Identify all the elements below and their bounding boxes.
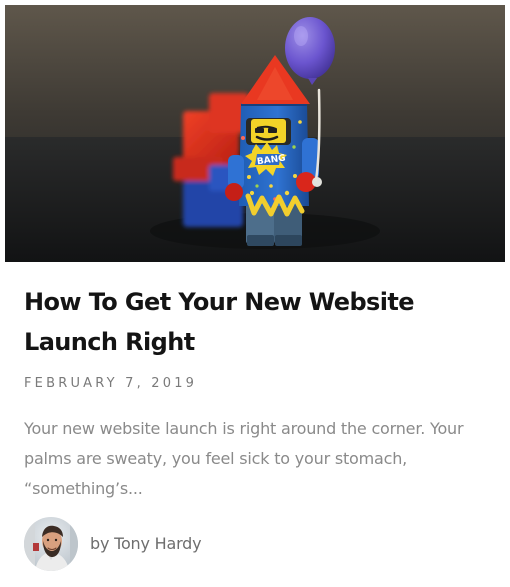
blog-post-card: BANG How To Get Your New Website Launch … bbox=[0, 0, 510, 587]
lego-rocket-minifigure-image: BANG bbox=[5, 5, 505, 262]
post-featured-image[interactable]: BANG bbox=[5, 5, 505, 262]
post-date: February 7, 2019 bbox=[24, 376, 198, 391]
author-avatar-image bbox=[24, 517, 78, 571]
author-name[interactable]: by Tony Hardy bbox=[90, 533, 202, 555]
post-excerpt: Your new website launch is right around … bbox=[24, 419, 464, 498]
post-title-link[interactable]: How To Get Your New Website Launch Right bbox=[24, 282, 494, 362]
post-author: by Tony Hardy bbox=[24, 516, 202, 572]
author-avatar bbox=[24, 517, 78, 571]
